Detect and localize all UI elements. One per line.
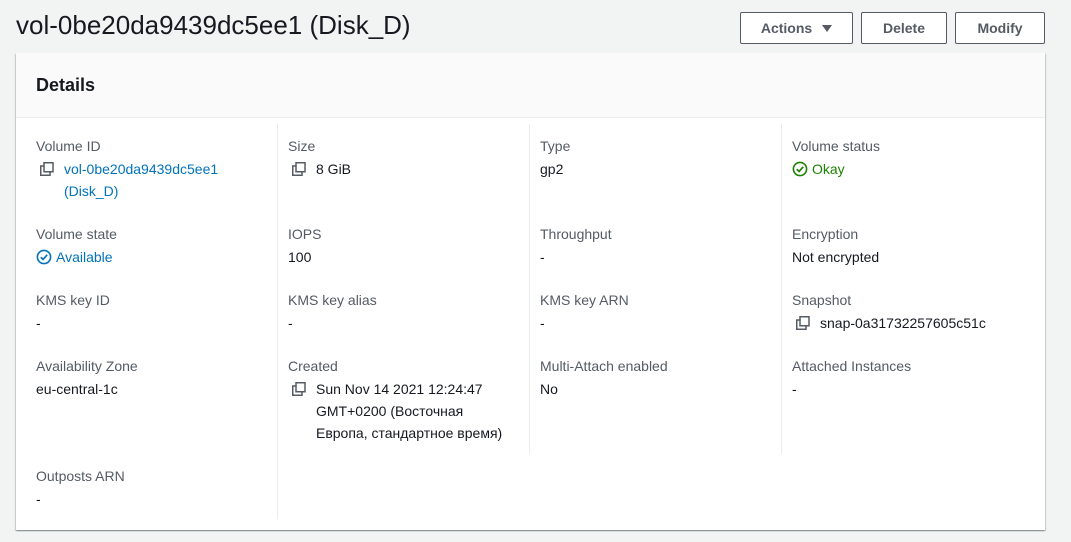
check-circle-outline-icon xyxy=(36,246,52,268)
copy-icon[interactable] xyxy=(292,378,308,400)
volume-id-link[interactable]: vol-0be20da9439dc5ee1 (Disk_D) xyxy=(64,158,239,202)
field-label: KMS key ID xyxy=(36,292,110,308)
field-availability-zone: Availability Zone eu-central-1c xyxy=(36,356,266,400)
actions-button[interactable]: Actions xyxy=(740,12,853,44)
field-label: Availability Zone xyxy=(36,358,138,374)
field-value: 8 GiB xyxy=(288,158,518,180)
modify-button[interactable]: Modify xyxy=(955,12,1045,44)
kms-key-alias-value: - xyxy=(288,315,293,331)
field-kms-key-id: KMS key ID - xyxy=(36,290,266,334)
check-circle-icon xyxy=(792,158,808,180)
delete-button[interactable]: Delete xyxy=(861,12,947,44)
throughput-value: - xyxy=(540,249,545,265)
field-outposts-arn: Outposts ARN - xyxy=(36,466,266,510)
field-snapshot: Snapshot snap-0a31732257605c51c xyxy=(792,290,1022,334)
field-volume-status: Volume status Okay xyxy=(792,136,1022,180)
caret-down-icon xyxy=(822,24,833,32)
copy-icon[interactable] xyxy=(796,312,812,334)
field-value: vol-0be20da9439dc5ee1 (Disk_D) xyxy=(36,158,266,202)
kms-key-arn-value: - xyxy=(540,315,545,331)
field-value: Okay xyxy=(792,158,1022,180)
availability-zone-value: eu-central-1c xyxy=(36,381,118,397)
field-value: snap-0a31732257605c51c xyxy=(792,312,1022,334)
volume-state-value: Available xyxy=(56,249,113,265)
field-type: Type gp2 xyxy=(540,136,770,180)
field-kms-key-alias: KMS key alias - xyxy=(288,290,518,334)
field-label: Multi-Attach enabled xyxy=(540,358,668,374)
field-created: Created Sun Nov 14 2021 12:24:47 GMT+020… xyxy=(288,356,518,444)
field-label: Created xyxy=(288,358,338,374)
field-label: Volume state xyxy=(36,226,117,242)
field-iops: IOPS 100 xyxy=(288,224,518,268)
field-attached-instances: Attached Instances - xyxy=(792,356,1022,400)
field-value: Available xyxy=(36,246,266,268)
field-size: Size 8 GiB xyxy=(288,136,518,180)
type-value: gp2 xyxy=(540,161,564,177)
field-label: Type xyxy=(540,138,571,154)
column-divider xyxy=(277,124,278,519)
outposts-arn-value: - xyxy=(36,491,41,507)
field-label: Volume status xyxy=(792,138,880,154)
copy-icon[interactable] xyxy=(292,158,308,180)
actions-button-label: Actions xyxy=(760,20,813,36)
copy-icon[interactable] xyxy=(40,158,56,180)
volume-status-value: Okay xyxy=(812,161,845,177)
page-header: vol-0be20da9439dc5ee1 (Disk_D) Actions D… xyxy=(0,0,1071,52)
kms-key-id-value: - xyxy=(36,315,41,331)
field-encryption: Encryption Not encrypted xyxy=(792,224,1022,268)
field-multi-attach: Multi-Attach enabled No xyxy=(540,356,770,400)
created-value: Sun Nov 14 2021 12:24:47 GMT+0200 (Восто… xyxy=(316,381,503,441)
multi-attach-value: No xyxy=(540,381,558,397)
column-divider xyxy=(529,124,530,454)
field-label: Snapshot xyxy=(792,292,852,308)
details-panel-header: Details xyxy=(16,53,1045,118)
field-value: Sun Nov 14 2021 12:24:47 GMT+0200 (Восто… xyxy=(288,378,518,444)
details-title: Details xyxy=(36,75,96,95)
snapshot-value: snap-0a31732257605c51c xyxy=(820,315,986,331)
field-label: Attached Instances xyxy=(792,358,912,374)
size-value: 8 GiB xyxy=(316,161,352,177)
field-volume-id: Volume ID vol-0be20da9439dc5ee1 (Disk_D) xyxy=(36,136,266,202)
field-label: KMS key alias xyxy=(288,292,377,308)
field-throughput: Throughput - xyxy=(540,224,770,268)
field-volume-state: Volume state Available xyxy=(36,224,266,268)
encryption-value: Not encrypted xyxy=(792,249,880,265)
details-panel: Details Volume ID vol-0be20da9439dc5ee1 … xyxy=(16,53,1045,530)
column-divider xyxy=(781,124,782,454)
iops-value: 100 xyxy=(288,249,312,265)
details-body: Volume ID vol-0be20da9439dc5ee1 (Disk_D)… xyxy=(16,118,1045,529)
field-label: Throughput xyxy=(540,226,612,242)
field-label: KMS key ARN xyxy=(540,292,629,308)
field-label: Encryption xyxy=(792,226,859,242)
field-label: Volume ID xyxy=(36,138,101,154)
field-label: Outposts ARN xyxy=(36,468,125,484)
page-title: vol-0be20da9439dc5ee1 (Disk_D) xyxy=(16,10,411,40)
field-label: Size xyxy=(288,138,316,154)
attached-instances-value: - xyxy=(792,381,797,397)
field-label: IOPS xyxy=(288,226,322,242)
field-kms-key-arn: KMS key ARN - xyxy=(540,290,770,334)
